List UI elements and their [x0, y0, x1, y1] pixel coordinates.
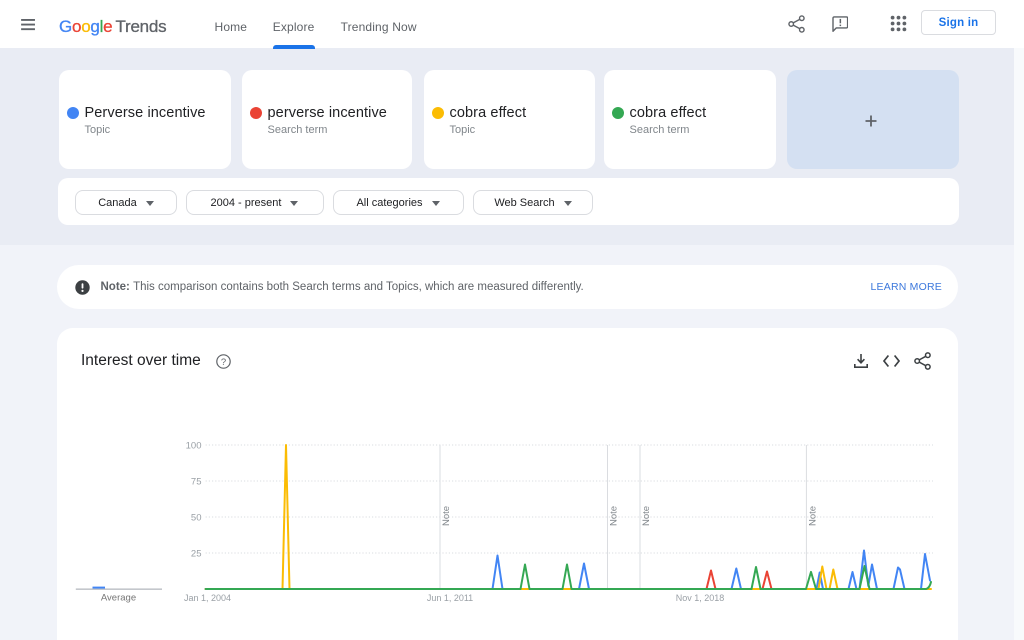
svg-text:Note: Note [609, 506, 620, 526]
svg-text:Nov 1, 2018: Nov 1, 2018 [676, 593, 725, 603]
svg-text:25: 25 [191, 548, 202, 559]
svg-text:Average: Average [101, 593, 136, 604]
svg-text:Note: Note [641, 506, 652, 526]
svg-text:Jun 1, 2011: Jun 1, 2011 [427, 593, 473, 603]
svg-text:Note: Note [808, 506, 819, 526]
svg-text:Jan 1, 2004: Jan 1, 2004 [184, 593, 231, 603]
svg-text:75: 75 [191, 476, 202, 487]
svg-text:100: 100 [186, 440, 202, 451]
svg-text:50: 50 [191, 512, 202, 523]
svg-text:Note: Note [441, 506, 452, 526]
